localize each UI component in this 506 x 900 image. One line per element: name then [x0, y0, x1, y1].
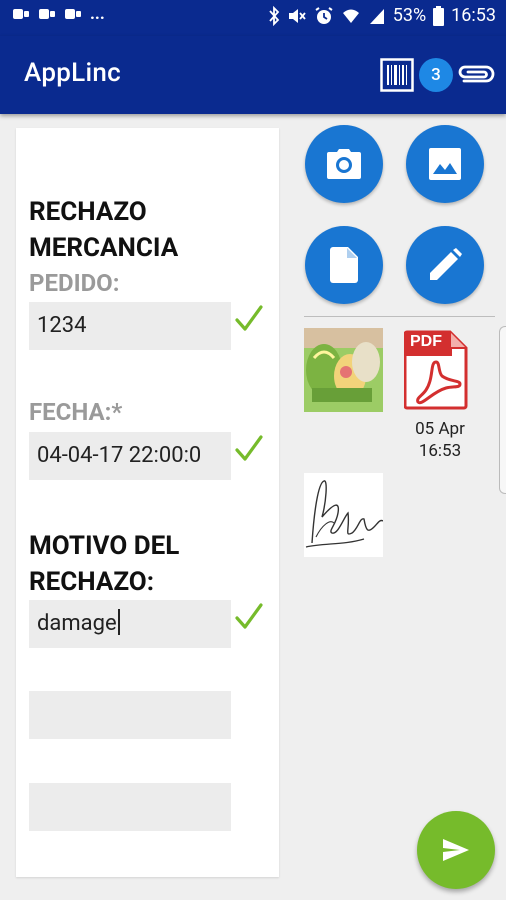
signal-icon: [369, 8, 384, 24]
pdf-attachment[interactable]: PDF: [403, 330, 468, 410]
more-notifications: ...: [90, 4, 105, 24]
camera-icon: [327, 149, 361, 179]
document-button[interactable]: [305, 226, 383, 304]
bluetooth-icon: [269, 5, 279, 26]
barcode-scan-icon[interactable]: [380, 58, 414, 92]
divider: [304, 316, 495, 317]
wifi-icon: [342, 9, 359, 23]
send-button[interactable]: [417, 811, 495, 889]
send-icon: [443, 839, 469, 861]
attachment-count-badge[interactable]: 3: [419, 58, 453, 92]
mute-icon: [288, 8, 306, 23]
notification-app-icon: [65, 9, 81, 19]
extra-input-2[interactable]: [29, 783, 231, 831]
side-scroll-handle[interactable]: [499, 326, 506, 494]
notification-icons: ...: [12, 4, 105, 24]
image-icon: [429, 148, 461, 180]
photo-thumbnail-image: [304, 328, 383, 412]
form-card: RECHAZO MERCANCIA PEDIDO: 1234 FECHA:* 0…: [16, 128, 279, 877]
signature-image: [305, 480, 383, 548]
pedido-input[interactable]: 1234: [29, 302, 231, 350]
paperclip-icon[interactable]: [456, 63, 496, 87]
section-title: RECHAZO MERCANCIA: [29, 197, 179, 263]
pedido-valid-check-icon: [235, 305, 263, 331]
notification-app-icon: [39, 9, 55, 19]
status-bar: ... 53% 16:53: [0, 0, 506, 36]
photo-attachment-thumbnail[interactable]: [304, 328, 383, 412]
alarm-icon: [315, 6, 333, 24]
motivo-value: damage: [37, 611, 117, 636]
fecha-input[interactable]: 04-04-17 22:00:0: [29, 432, 231, 480]
pdf-badge-label: PDF: [410, 333, 442, 350]
fecha-valid-check-icon: [235, 435, 263, 461]
motivo-input[interactable]: damage: [29, 600, 231, 648]
pencil-icon: [430, 248, 462, 280]
extra-input-1[interactable]: [29, 691, 231, 739]
signature-button[interactable]: [406, 226, 484, 304]
clock: 16:53: [451, 5, 496, 26]
app-bar: AppLinc 3: [0, 36, 506, 114]
gallery-button[interactable]: [406, 125, 484, 203]
text-cursor: [117, 609, 120, 635]
battery-icon: [433, 5, 445, 26]
signature-attachment-thumbnail[interactable]: [304, 473, 383, 557]
battery-percent: 53%: [392, 5, 427, 26]
notification-app-icon: [13, 9, 29, 19]
fecha-label: FECHA:*: [29, 398, 123, 426]
pdf-date-caption: 05 Apr 16:53: [415, 419, 465, 461]
system-icons: 53% 16:53: [268, 5, 496, 26]
camera-button[interactable]: [305, 125, 383, 203]
app-title: AppLinc: [24, 58, 122, 88]
pedido-label: PEDIDO:: [29, 269, 120, 297]
motivo-label: MOTIVO DEL RECHAZO:: [29, 531, 180, 597]
file-icon: [330, 247, 358, 283]
motivo-valid-check-icon: [235, 603, 263, 629]
